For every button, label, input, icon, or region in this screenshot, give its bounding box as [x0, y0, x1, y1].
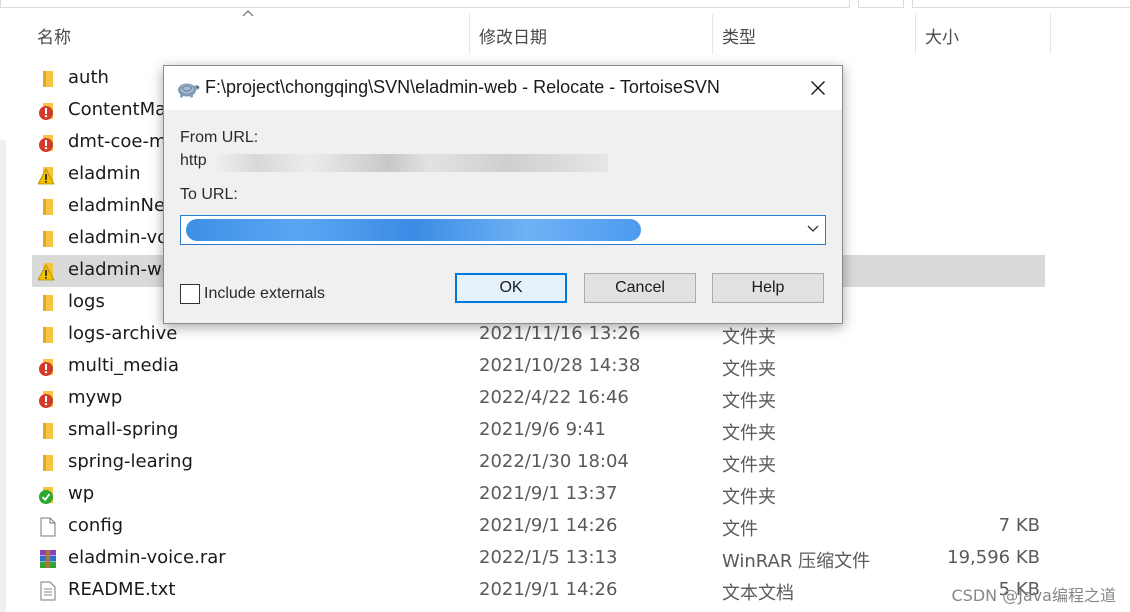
file-row[interactable]: eladmin-voice.rar 2022/1/5 13:13 WinRAR 压缩…	[32, 543, 1045, 575]
relocate-dialog: F:\project\chongqing\SVN\eladmin-web - R…	[163, 65, 843, 324]
folder-warning-icon	[38, 167, 55, 185]
file-row[interactable]: config 2021/9/1 14:26 文件 7 KB	[32, 511, 1045, 543]
include-externals-label[interactable]: Include externals	[204, 285, 325, 303]
file-type: 文件	[722, 519, 758, 540]
file-size: 7 KB	[998, 515, 1040, 536]
folder-conflict-icon	[39, 391, 53, 408]
file-date: 2021/9/1 14:26	[479, 515, 618, 536]
column-header-name[interactable]: 名称	[37, 12, 71, 58]
folder-conflict-icon	[39, 359, 53, 376]
file-row[interactable]: spring-learing 2022/1/30 18:04 文件夹	[32, 447, 1045, 479]
to-url-combobox[interactable]	[180, 215, 826, 245]
file-icon	[40, 517, 56, 537]
folder-icon	[43, 455, 53, 471]
column-header-bar: 名称 修改日期 类型 大小	[0, 0, 1130, 58]
file-date: 2022/1/30 18:04	[479, 451, 629, 472]
dialog-title: F:\project\chongqing\SVN\eladmin-web - R…	[205, 77, 720, 97]
rar-icon	[40, 550, 56, 568]
text-file-icon	[40, 581, 56, 601]
folder-icon	[43, 231, 53, 247]
column-header-type[interactable]: 类型	[722, 12, 756, 58]
file-name: mywp	[68, 387, 123, 408]
column-divider[interactable]	[712, 14, 713, 54]
folder-ok-icon	[39, 487, 53, 504]
file-name: eladmin-vo	[68, 227, 169, 248]
to-url-label: To URL:	[180, 186, 238, 203]
file-name: config	[68, 515, 124, 536]
file-type: WinRAR 压缩文件	[722, 551, 871, 572]
file-type: 文件夹	[722, 327, 776, 348]
file-name: wp	[68, 483, 95, 504]
folder-icon	[43, 327, 53, 343]
folder-icon	[43, 295, 53, 311]
close-button[interactable]	[794, 66, 842, 110]
file-type: 文件夹	[722, 359, 776, 380]
file-date: 2021/9/6 9:41	[479, 419, 606, 440]
redacted-url	[210, 154, 608, 172]
ok-button[interactable]: OK	[455, 273, 567, 303]
folder-conflict-icon	[39, 135, 53, 152]
file-date: 2021/9/1 14:26	[479, 579, 618, 600]
folder-icon	[43, 71, 53, 87]
file-name: eladmin	[68, 163, 141, 184]
file-name: small-spring	[68, 419, 179, 440]
folder-warning-icon	[38, 263, 55, 281]
file-type: 文件夹	[722, 455, 776, 476]
file-name: eladmin-voice.rar	[68, 547, 226, 568]
file-date: 2021/9/1 13:37	[479, 483, 618, 504]
file-date: 2022/4/22 16:46	[479, 387, 629, 408]
folder-icon	[43, 423, 53, 439]
toolbar-strip	[912, 0, 1130, 8]
file-name: auth	[68, 67, 109, 88]
cancel-button[interactable]: Cancel	[584, 273, 696, 303]
file-name: eladminNe	[68, 195, 166, 216]
sort-ascending-icon	[242, 10, 254, 17]
file-row[interactable]: multi_media 2021/10/28 14:38 文件夹	[32, 351, 1045, 383]
column-header-date[interactable]: 修改日期	[479, 12, 547, 58]
chevron-down-icon[interactable]	[807, 224, 819, 234]
tortoise-icon	[178, 83, 200, 98]
folder-conflict-icon	[39, 103, 53, 120]
navigation-pane-edge	[0, 140, 6, 612]
file-row[interactable]: wp 2021/9/1 13:37 文件夹	[32, 479, 1045, 511]
file-name: README.txt	[68, 579, 176, 600]
file-date: 2021/10/28 14:38	[479, 355, 641, 376]
toolbar-strip	[858, 0, 904, 8]
help-button[interactable]: Help	[712, 273, 824, 303]
file-name: spring-learing	[68, 451, 193, 472]
include-externals-checkbox[interactable]	[180, 284, 200, 304]
file-type: 文件夹	[722, 487, 776, 508]
from-url-value: http	[180, 152, 207, 169]
column-divider[interactable]	[915, 14, 916, 54]
column-header-size[interactable]: 大小	[925, 12, 959, 58]
file-size: 19,596 KB	[947, 547, 1040, 568]
dialog-titlebar[interactable]: F:\project\chongqing\SVN\eladmin-web - R…	[164, 66, 842, 110]
redacted-selected-url	[186, 219, 641, 241]
column-divider[interactable]	[469, 14, 470, 54]
file-row[interactable]: small-spring 2021/9/6 9:41 文件夹	[32, 415, 1045, 447]
file-date: 2021/11/16 13:26	[479, 323, 641, 344]
file-name: ContentMa	[68, 99, 167, 120]
watermark: CSDN @Java编程之道	[951, 586, 1116, 605]
from-url-label: From URL:	[180, 129, 259, 146]
file-row[interactable]: README.txt 2021/9/1 14:26 文本文档 5 KB	[32, 575, 1045, 607]
file-date: 2022/1/5 13:13	[479, 547, 618, 568]
toolbar-strip	[0, 0, 850, 8]
file-name: dmt-coe-m	[68, 131, 167, 152]
folder-icon	[43, 199, 53, 215]
file-type: 文件夹	[722, 423, 776, 444]
file-name: logs	[68, 291, 105, 312]
close-icon	[811, 81, 825, 95]
file-name: logs-archive	[68, 323, 178, 344]
file-type: 文本文档	[722, 583, 794, 604]
file-type: 文件夹	[722, 391, 776, 412]
column-divider[interactable]	[1050, 14, 1051, 54]
file-name: multi_media	[68, 355, 180, 376]
file-row[interactable]: mywp 2022/4/22 16:46 文件夹	[32, 383, 1045, 415]
file-name: eladmin-we	[68, 259, 173, 280]
